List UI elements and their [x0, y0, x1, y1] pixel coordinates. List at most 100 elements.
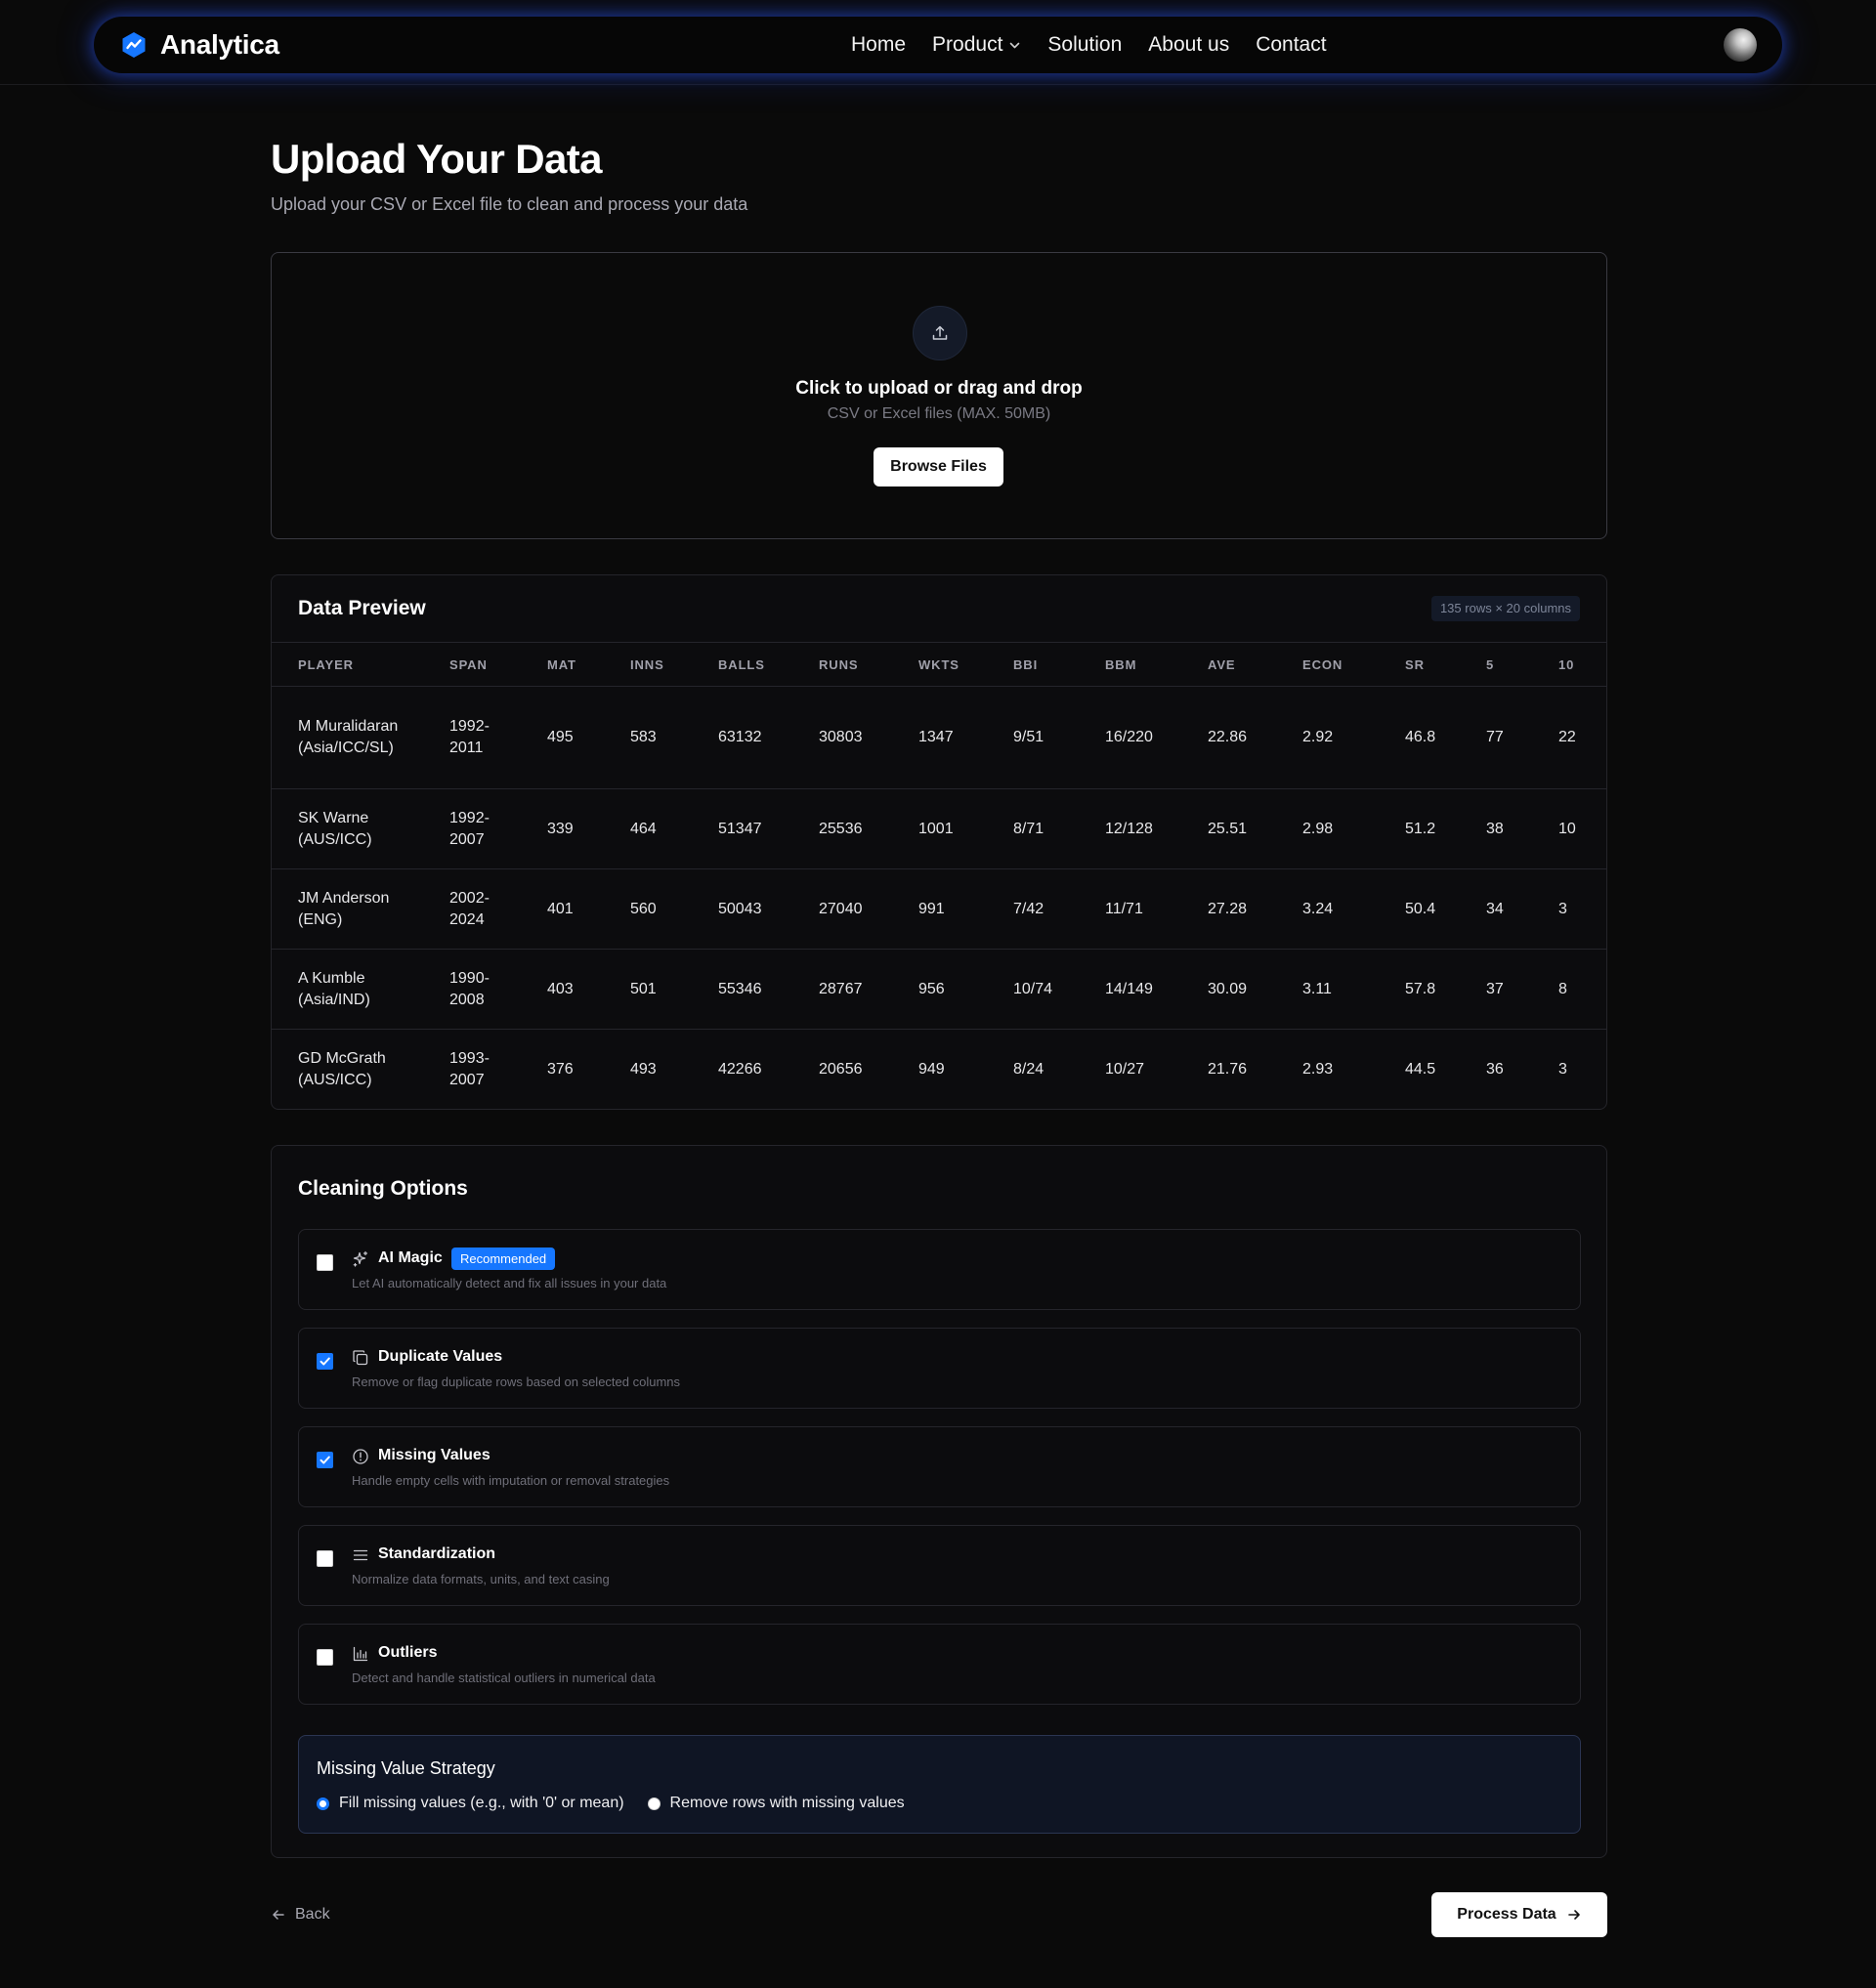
table-cell: 46.8: [1405, 686, 1486, 789]
cleaning-title: Cleaning Options: [298, 1177, 468, 1200]
data-preview: Data Preview 135 rows × 20 columns PLAYE…: [271, 574, 1607, 1110]
copy-icon: [353, 1350, 368, 1366]
process-data-button[interactable]: Process Data: [1431, 1892, 1607, 1937]
table-cell: 38: [1486, 788, 1558, 869]
table-cell: 27040: [819, 868, 918, 950]
table-cell: 3.24: [1302, 868, 1405, 950]
table-row: JM Anderson (ENG) 2002-2024 401 560 5004…: [272, 868, 1606, 950]
table-cell: 63132: [718, 686, 819, 789]
option-outliers[interactable]: Outliers Detect and handle statistical o…: [298, 1624, 1581, 1705]
table-row: GD McGrath (AUS/ICC) 1993-2007 376 493 4…: [272, 1030, 1606, 1110]
table-cell: 3: [1558, 1060, 1567, 1078]
missing-values-checkbox[interactable]: [317, 1452, 333, 1468]
table-cell: 20656: [819, 1060, 863, 1078]
table-cell: 1992-2007: [449, 788, 547, 869]
table-cell: 22.86: [1208, 686, 1302, 789]
option-description: Detect and handle statistical outliers i…: [352, 1671, 656, 1685]
table-cell: SK Warne (AUS/ICC): [272, 788, 449, 869]
fill-missing-radio[interactable]: [317, 1797, 329, 1810]
col-header: AVE: [1208, 642, 1302, 687]
option-description: Handle empty cells with imputation or re…: [352, 1473, 670, 1488]
table-cell: 949: [918, 1060, 945, 1078]
table-cell: 10/27: [1105, 1060, 1145, 1078]
table-cell: 51.2: [1405, 788, 1486, 869]
top-bar: Analytica Home Product Solution About us…: [0, 0, 1876, 85]
fill-missing-label[interactable]: Fill missing values (e.g., with '0' or m…: [339, 1795, 624, 1812]
upload-title: Click to upload or drag and drop: [795, 378, 1083, 399]
nav-contact[interactable]: Contact: [1256, 33, 1326, 57]
back-button[interactable]: Back: [271, 1906, 330, 1924]
option-ai-magic[interactable]: AI Magic Recommended Let AI automaticall…: [298, 1229, 1581, 1310]
option-duplicate-values[interactable]: Duplicate Values Remove or flag duplicat…: [298, 1328, 1581, 1409]
check-icon: [320, 1357, 330, 1366]
table-cell: M Muralidaran (Asia/ICC/SL): [272, 686, 449, 789]
table-cell: 495: [547, 686, 630, 789]
table-cell: 7/42: [1013, 868, 1105, 950]
table-cell: 1993-2007: [449, 1049, 490, 1088]
list-icon: [353, 1549, 368, 1561]
strategy-title: Missing Value Strategy: [317, 1758, 495, 1778]
table-cell: 50.4: [1405, 868, 1486, 950]
nav-product-label: Product: [932, 33, 1003, 56]
table-cell: 8: [1558, 949, 1606, 1030]
browse-files-button[interactable]: Browse Files: [874, 447, 1003, 486]
ai-magic-checkbox[interactable]: [317, 1254, 333, 1271]
table-cell: 403: [547, 949, 630, 1030]
check-icon: [320, 1456, 330, 1464]
table-header-row: PLAYER SPAN MAT INNS BALLS RUNS WKTS BBI…: [272, 642, 1606, 687]
table-cell: 376: [547, 1060, 574, 1078]
table-cell: 36: [1486, 1060, 1504, 1078]
table-cell: 12/128: [1105, 788, 1208, 869]
remove-rows-label[interactable]: Remove rows with missing values: [670, 1795, 905, 1812]
nav-product[interactable]: Product: [932, 33, 1021, 57]
nav-solution[interactable]: Solution: [1047, 33, 1122, 57]
table-cell: 401: [547, 868, 630, 950]
brand-name: Analytica: [160, 29, 279, 60]
strategy-radio-group: Fill missing values (e.g., with '0' or m…: [317, 1795, 928, 1812]
table-cell: 493: [630, 1060, 657, 1078]
remove-rows-radio[interactable]: [647, 1797, 661, 1810]
col-header: SPAN: [449, 642, 547, 687]
col-header: ECON: [1302, 642, 1405, 687]
option-missing-values[interactable]: Missing Values Handle empty cells with i…: [298, 1426, 1581, 1507]
col-header: WKTS: [918, 642, 1013, 687]
upload-icon: [913, 306, 967, 360]
table-cell: 464: [630, 788, 718, 869]
brand[interactable]: Analytica: [119, 17, 279, 73]
table-cell: 25.51: [1208, 788, 1302, 869]
alert-circle-icon: [353, 1449, 368, 1464]
nav-home[interactable]: Home: [851, 33, 906, 57]
table-cell: 10: [1558, 788, 1606, 869]
table-cell: 22: [1558, 686, 1606, 789]
table-cell: 560: [630, 868, 718, 950]
analytica-logo-icon: [122, 32, 146, 58]
table-cell: 991: [918, 868, 1013, 950]
nav-about[interactable]: About us: [1148, 33, 1229, 57]
col-header: BBI: [1013, 642, 1105, 687]
upload-arrow-icon: [932, 325, 948, 340]
page-subtitle: Upload your CSV or Excel file to clean a…: [271, 194, 748, 214]
table-cell: 9/51: [1013, 686, 1105, 789]
table-cell: 3.11: [1302, 949, 1405, 1030]
table-cell: 44.5: [1405, 1060, 1436, 1078]
duplicate-values-checkbox[interactable]: [317, 1353, 333, 1370]
col-header: 5: [1486, 642, 1558, 687]
upload-dropzone[interactable]: Click to upload or drag and drop CSV or …: [271, 252, 1607, 539]
table-cell: 30803: [819, 686, 918, 789]
option-description: Remove or flag duplicate rows based on s…: [352, 1375, 681, 1389]
user-avatar[interactable]: [1724, 28, 1757, 62]
option-standardization[interactable]: Standardization Normalize data formats, …: [298, 1525, 1581, 1606]
standardization-checkbox[interactable]: [317, 1550, 333, 1567]
table-row: A Kumble (Asia/IND) 1990-2008 403 501 55…: [272, 949, 1606, 1030]
table-row: SK Warne (AUS/ICC) 1992-2007 339 464 513…: [272, 788, 1606, 869]
outliers-checkbox[interactable]: [317, 1649, 333, 1666]
table-cell: 50043: [718, 868, 819, 950]
nav-links: Home Product Solution About us Contact: [851, 17, 1327, 73]
recommended-badge: Recommended: [451, 1248, 556, 1270]
table-cell: 1001: [918, 788, 1013, 869]
option-label: AI Magic: [378, 1249, 443, 1266]
table-cell: 51347: [718, 788, 819, 869]
preview-table: PLAYER SPAN MAT INNS BALLS RUNS WKTS BBI…: [272, 642, 1606, 1110]
chevron-down-icon: [1010, 42, 1020, 48]
table-cell: 21.76: [1208, 1060, 1248, 1078]
